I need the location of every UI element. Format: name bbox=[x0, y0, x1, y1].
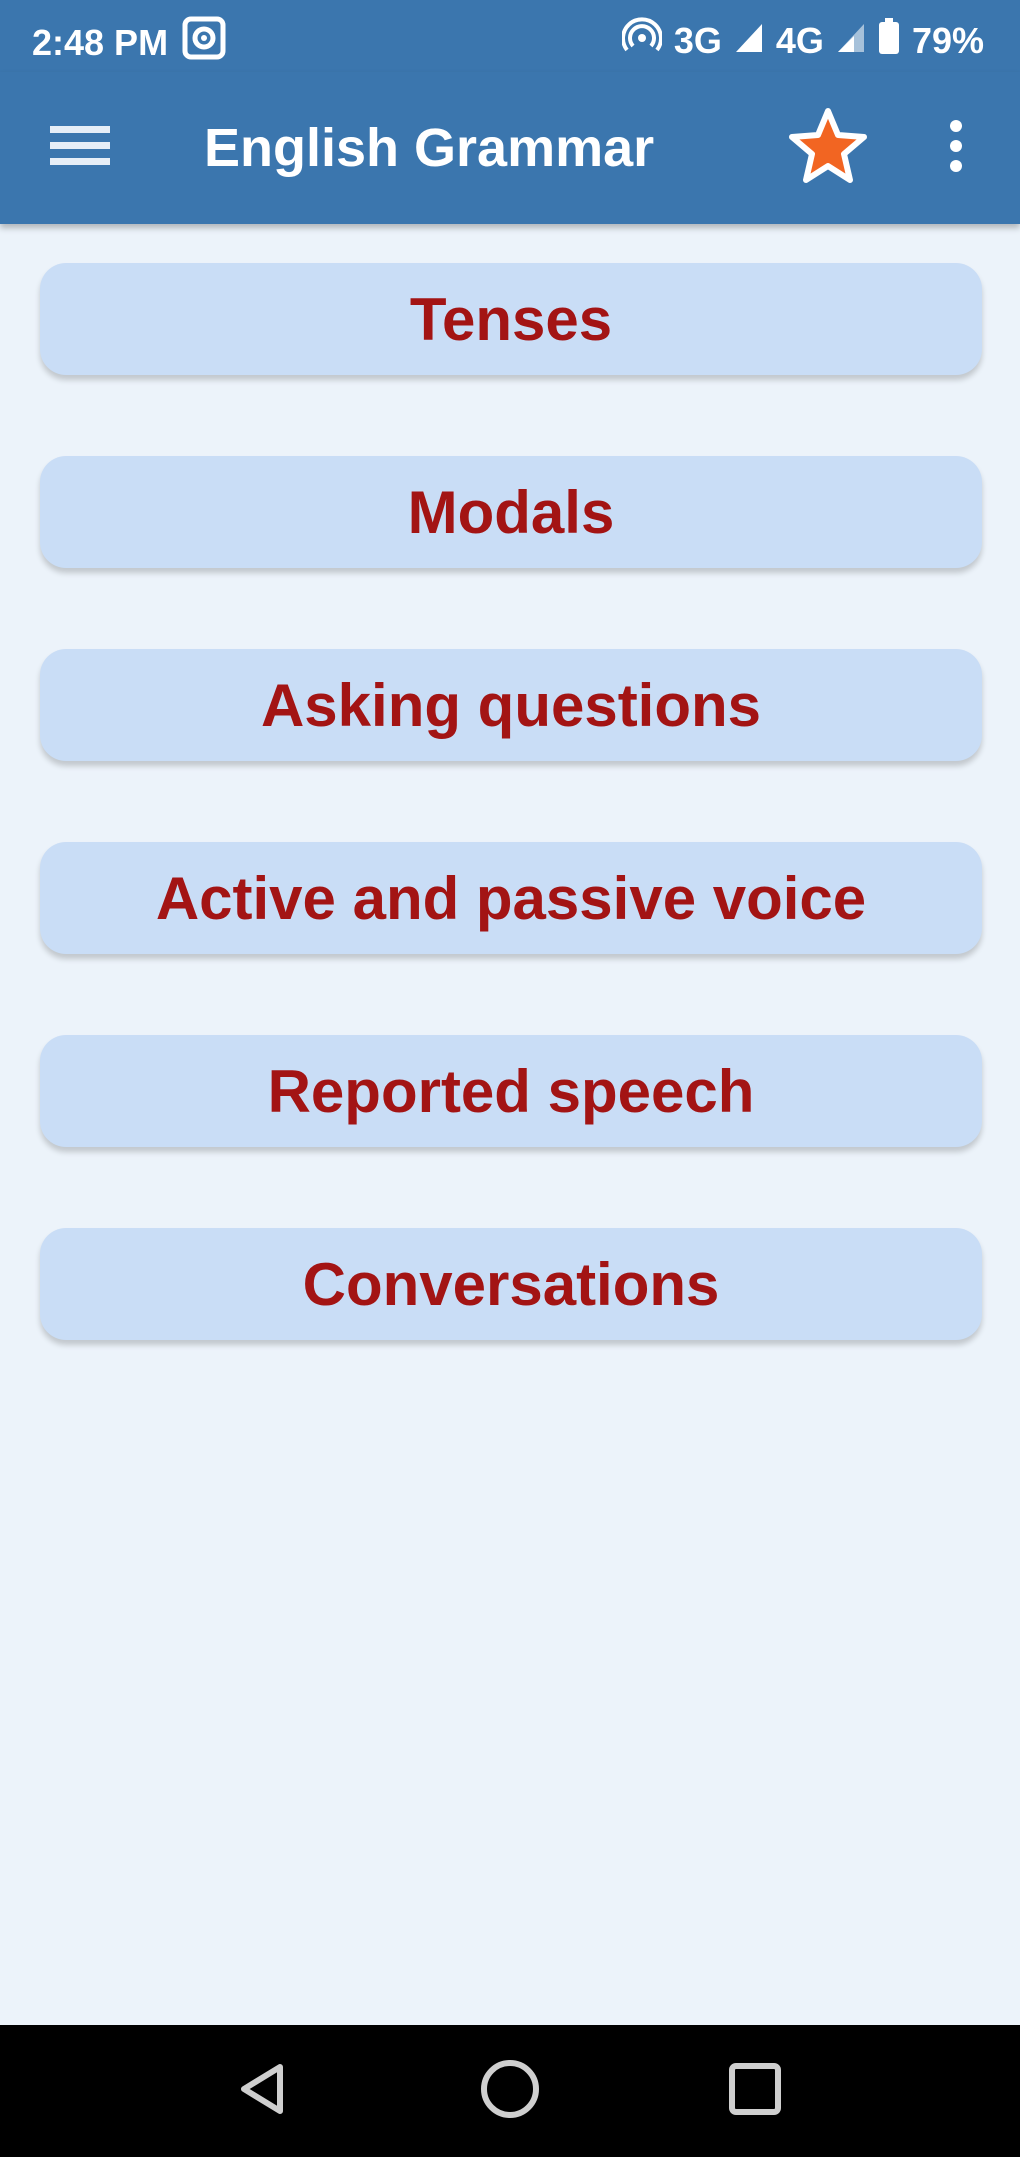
menu-button[interactable] bbox=[40, 112, 120, 184]
status-time: 2:48 PM bbox=[32, 21, 169, 63]
topic-button-asking-questions[interactable]: Asking questions bbox=[40, 649, 982, 761]
network-4g-label: 4G bbox=[775, 19, 824, 61]
topic-button-tenses[interactable]: Tenses bbox=[40, 263, 982, 375]
topic-button-active-passive-voice[interactable]: Active and passive voice bbox=[40, 842, 982, 954]
network-3g-label: 3G bbox=[673, 19, 722, 61]
recents-icon bbox=[727, 2061, 783, 2122]
screen-record-icon bbox=[182, 16, 226, 69]
back-icon bbox=[236, 2061, 288, 2122]
app-title: English Grammar bbox=[204, 118, 655, 178]
favorites-button[interactable] bbox=[780, 100, 876, 196]
recents-button[interactable] bbox=[710, 2051, 800, 2131]
home-icon bbox=[478, 2057, 542, 2126]
status-bar: 2:48 PM 3G 4G 79% bbox=[0, 0, 1020, 72]
battery-icon bbox=[878, 17, 900, 64]
system-navigation-bar bbox=[0, 2025, 1020, 2157]
topic-button-modals[interactable]: Modals bbox=[40, 456, 982, 568]
topic-button-reported-speech[interactable]: Reported speech bbox=[40, 1035, 982, 1147]
signal-icon bbox=[836, 18, 866, 63]
signal-icon bbox=[734, 18, 764, 63]
back-button[interactable] bbox=[217, 2051, 307, 2131]
hotspot-icon bbox=[620, 16, 663, 65]
app-toolbar: English Grammar bbox=[0, 72, 1020, 224]
more-vert-icon bbox=[948, 118, 964, 179]
battery-percent: 79% bbox=[911, 19, 984, 61]
star-icon bbox=[788, 106, 868, 191]
home-button[interactable] bbox=[465, 2051, 555, 2131]
more-options-button[interactable] bbox=[920, 112, 992, 184]
menu-icon bbox=[50, 122, 110, 175]
topic-button-conversations[interactable]: Conversations bbox=[40, 1228, 982, 1340]
